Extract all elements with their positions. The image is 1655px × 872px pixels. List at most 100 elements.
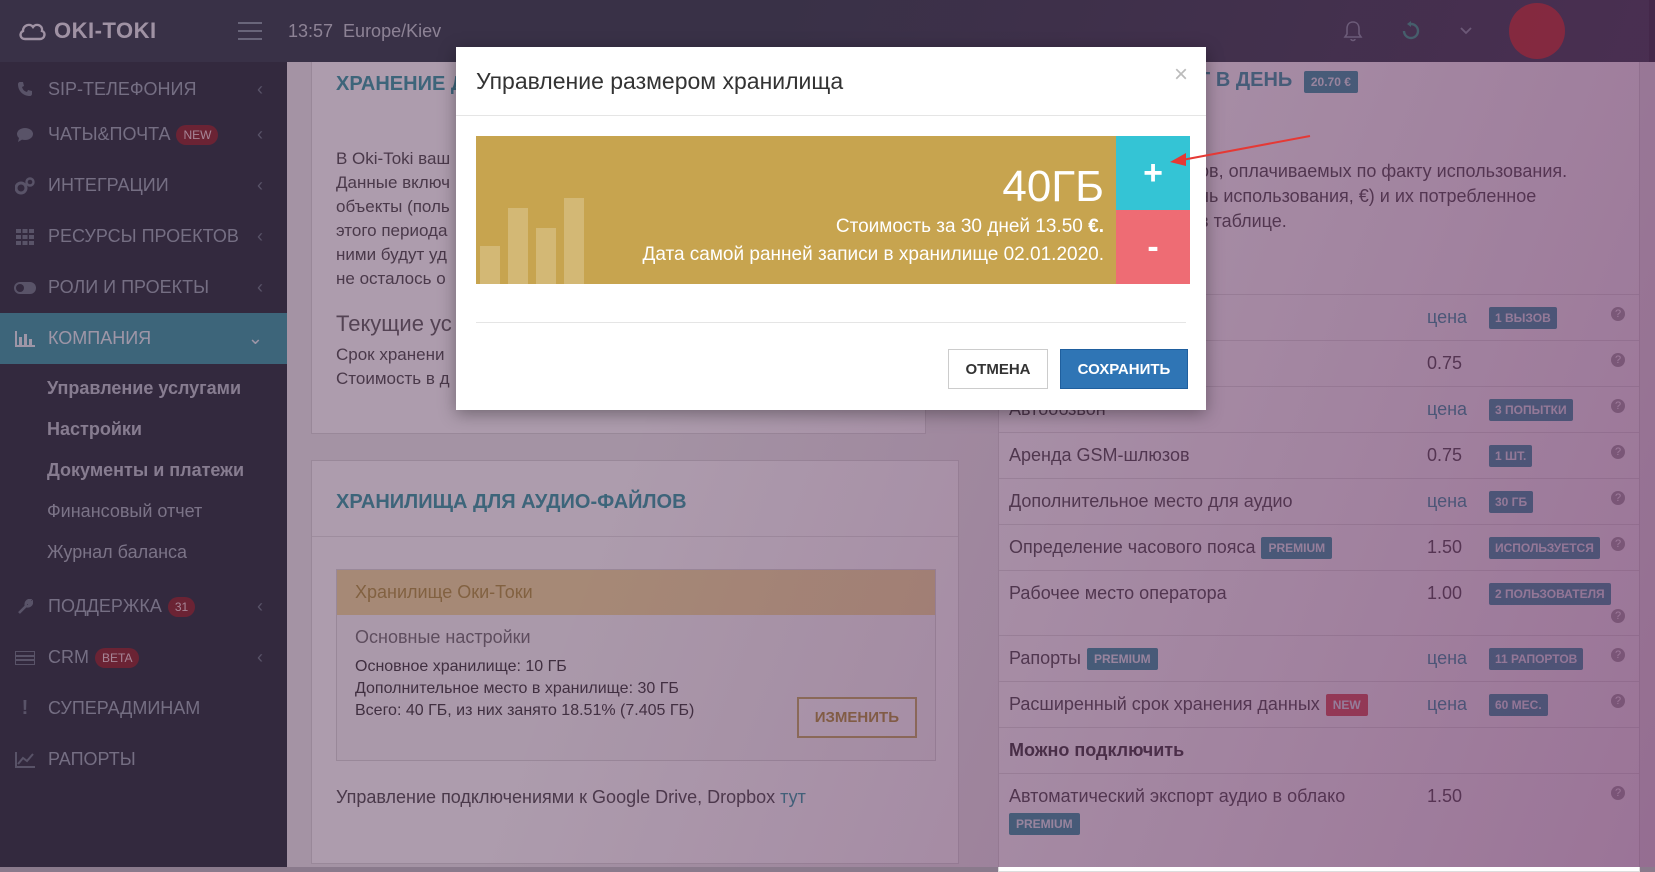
chevron-down-icon: ⌄ bbox=[247, 328, 263, 348]
help-icon[interactable]: ? bbox=[1611, 694, 1625, 708]
storage-size-value: 40ГБ bbox=[1002, 162, 1104, 211]
chat-icon bbox=[14, 126, 36, 144]
submenu-item-settings[interactable]: Настройки bbox=[0, 409, 287, 450]
chevron-left-icon: ‹ bbox=[257, 647, 263, 667]
new-tag: NEW bbox=[1325, 693, 1368, 716]
sidebar-item-label: ИНТЕГРАЦИИ bbox=[48, 175, 169, 195]
usage-pill: 1 ВЫЗОВ bbox=[1489, 306, 1557, 329]
current-services-heading: Текущие ус bbox=[336, 311, 452, 336]
increase-size-button[interactable]: + bbox=[1116, 136, 1190, 210]
price-link[interactable]: цена bbox=[1427, 648, 1467, 669]
price-link[interactable]: цена bbox=[1427, 491, 1467, 512]
help-icon[interactable]: ? bbox=[1611, 491, 1625, 505]
decrease-size-button[interactable]: - bbox=[1116, 210, 1190, 284]
avatar[interactable] bbox=[1509, 3, 1565, 59]
total-per-day-badge: 20.70 € bbox=[1303, 71, 1358, 93]
logo[interactable]: OKI-TOKI bbox=[18, 18, 230, 44]
clock: 13:57 Europe/Kiev bbox=[288, 21, 451, 42]
sidebar-item-superadmin[interactable]: ! СУПЕРАДМИНАМ bbox=[0, 683, 287, 734]
drive-link[interactable]: тут bbox=[780, 787, 806, 807]
chevron-down-icon[interactable] bbox=[1459, 26, 1473, 36]
help-icon[interactable]: ? bbox=[1611, 445, 1625, 459]
change-storage-button[interactable]: ИЗМЕНИТЬ bbox=[796, 697, 917, 738]
submenu-item-balance-log[interactable]: Журнал баланса bbox=[0, 532, 287, 573]
crm-icon bbox=[14, 649, 36, 667]
line-chart-icon bbox=[14, 751, 36, 769]
sidebar-item-chats[interactable]: ЧАТЫ&ПОЧТА NEW ‹ bbox=[0, 109, 287, 160]
price-value: 1.50 bbox=[1427, 537, 1463, 557]
price-value: 1.50 bbox=[1427, 786, 1463, 806]
help-icon[interactable]: ? bbox=[1611, 786, 1625, 800]
sidebar-item-roles[interactable]: РОЛИ И ПРОЕКТЫ ‹ bbox=[0, 262, 287, 313]
drive-text: Управление подключениями к Google Drive,… bbox=[336, 787, 806, 807]
extra-storage-line: Дополнительное место в хранилище: 30 ГБ bbox=[355, 680, 679, 697]
settings-title: Основные настройки bbox=[355, 627, 531, 647]
clock-time: 13:57 bbox=[288, 20, 334, 41]
submenu-item-services[interactable]: Управление услугами bbox=[0, 368, 287, 409]
help-icon[interactable]: ? bbox=[1611, 648, 1625, 662]
modal-header: Управление размером хранилища × bbox=[456, 47, 1206, 116]
price-value: 0.75 bbox=[1427, 445, 1463, 465]
help-icon[interactable]: ? bbox=[1611, 353, 1625, 367]
help-icon[interactable]: ? bbox=[1611, 399, 1625, 413]
help-icon[interactable]: ? bbox=[1611, 307, 1625, 321]
chevron-left-icon: ‹ bbox=[257, 78, 263, 99]
close-icon[interactable]: × bbox=[1174, 61, 1188, 89]
sidebar-item-label: ПОДДЕРЖКА bbox=[48, 596, 162, 616]
earliest-record-date: Дата самой ранней записи в хранилище 02.… bbox=[642, 244, 1104, 265]
sidebar-item-company[interactable]: КОМПАНИЯ ⌄ bbox=[0, 313, 287, 364]
usage-pill: 60 МЕС. bbox=[1489, 693, 1548, 716]
usage-pill: 30 ГБ bbox=[1489, 490, 1534, 513]
table-row: Аренда GSM-шлюзов 0.75 1 ШТ. ? bbox=[999, 432, 1639, 478]
chevron-left-icon: ‹ bbox=[257, 596, 263, 616]
cancel-button[interactable]: ОТМЕНА bbox=[948, 349, 1048, 389]
premium-tag: PREMIUM bbox=[1086, 647, 1158, 670]
panel-title: Г В ДЕНЬ 20.70 € bbox=[1199, 69, 1358, 93]
submenu-item-finance-report[interactable]: Финансовый отчет bbox=[0, 491, 287, 532]
menu-toggle-icon[interactable] bbox=[238, 22, 262, 40]
usage-pill: ИСПОЛЬЗУЕТСЯ bbox=[1489, 536, 1600, 559]
chevron-left-icon: ‹ bbox=[257, 124, 263, 144]
storage-size-modal: Управление размером хранилища × 40ГБ Сто… bbox=[456, 47, 1206, 410]
cost-line: Стоимость в д bbox=[336, 369, 450, 388]
sidebar-item-reports[interactable]: РАПОРТЫ bbox=[0, 734, 287, 785]
price-link[interactable]: цена bbox=[1427, 399, 1467, 420]
sidebar-item-label: CRM bbox=[48, 647, 89, 667]
table-row: Расширенный срок хранения данных NEW цен… bbox=[999, 681, 1639, 727]
section-heading: Можно подключить bbox=[999, 727, 1639, 773]
storage-size-display: 40ГБ Стоимость за 30 дней 13.50 €. Дата … bbox=[476, 136, 1116, 284]
panel-title: ХРАНИЛИЩА ДЛЯ АУДИО-ФАЙЛОВ bbox=[312, 461, 958, 537]
panel-text: В Oki-Toki ваш Данные включ объекты (пол… bbox=[336, 149, 451, 288]
usage-pill: 2 ПОЛЬЗОВАТЕЛЯ bbox=[1489, 583, 1611, 605]
clock-timezone: Europe/Kiev bbox=[343, 20, 442, 41]
phone-icon bbox=[14, 80, 36, 98]
sidebar-item-support[interactable]: ПОДДЕРЖКА 31 ‹ bbox=[0, 581, 287, 632]
sidebar-item-resources[interactable]: РЕСУРСЫ ПРОЕКТОВ ‹ bbox=[0, 211, 287, 262]
refresh-icon[interactable] bbox=[1401, 21, 1421, 41]
help-icon[interactable]: ? bbox=[1611, 609, 1625, 623]
submenu-item-documents[interactable]: Документы и платежи bbox=[0, 450, 287, 491]
premium-tag: PREMIUM bbox=[1261, 536, 1333, 559]
table-row: Автоматический экспорт аудио в облако PR… bbox=[999, 773, 1639, 843]
sidebar-item-integrations[interactable]: ИНТЕГРАЦИИ ‹ bbox=[0, 160, 287, 211]
price-link[interactable]: цена bbox=[1427, 307, 1467, 328]
main-storage-line: Основное хранилище: 10 ГБ bbox=[355, 658, 567, 675]
storage-box-title: Хранилище Оки-Токи bbox=[337, 570, 935, 615]
storage-box: Хранилище Оки-Токи Основные настройки Ос… bbox=[336, 569, 936, 761]
bars-decoration-icon bbox=[476, 184, 596, 284]
usage-pill: 1 ШТ. bbox=[1489, 444, 1533, 467]
logo-text: OKI-TOKI bbox=[54, 18, 157, 43]
audio-storage-panel: ХРАНИЛИЩА ДЛЯ АУДИО-ФАЙЛОВ Хранилище Оки… bbox=[311, 460, 959, 864]
new-badge: NEW bbox=[176, 124, 219, 145]
bell-icon[interactable] bbox=[1343, 20, 1363, 42]
chevron-left-icon: ‹ bbox=[257, 226, 263, 246]
price-link[interactable]: цена bbox=[1427, 694, 1467, 715]
sidebar-item-crm[interactable]: CRM BETA ‹ bbox=[0, 632, 287, 683]
sidebar-item-sip[interactable]: SIP-ТЕЛЕФОНИЯ ‹ bbox=[0, 69, 287, 109]
help-icon[interactable]: ? bbox=[1611, 537, 1625, 551]
table-row: Определение часового пояса PREMIUM 1.50 … bbox=[999, 524, 1639, 570]
bar-chart-icon bbox=[14, 330, 36, 348]
save-button[interactable]: СОХРАНИТЬ bbox=[1060, 349, 1188, 389]
sidebar-item-label: РАПОРТЫ bbox=[48, 749, 136, 769]
sidebar-item-label: SIP-ТЕЛЕФОНИЯ bbox=[48, 78, 197, 99]
